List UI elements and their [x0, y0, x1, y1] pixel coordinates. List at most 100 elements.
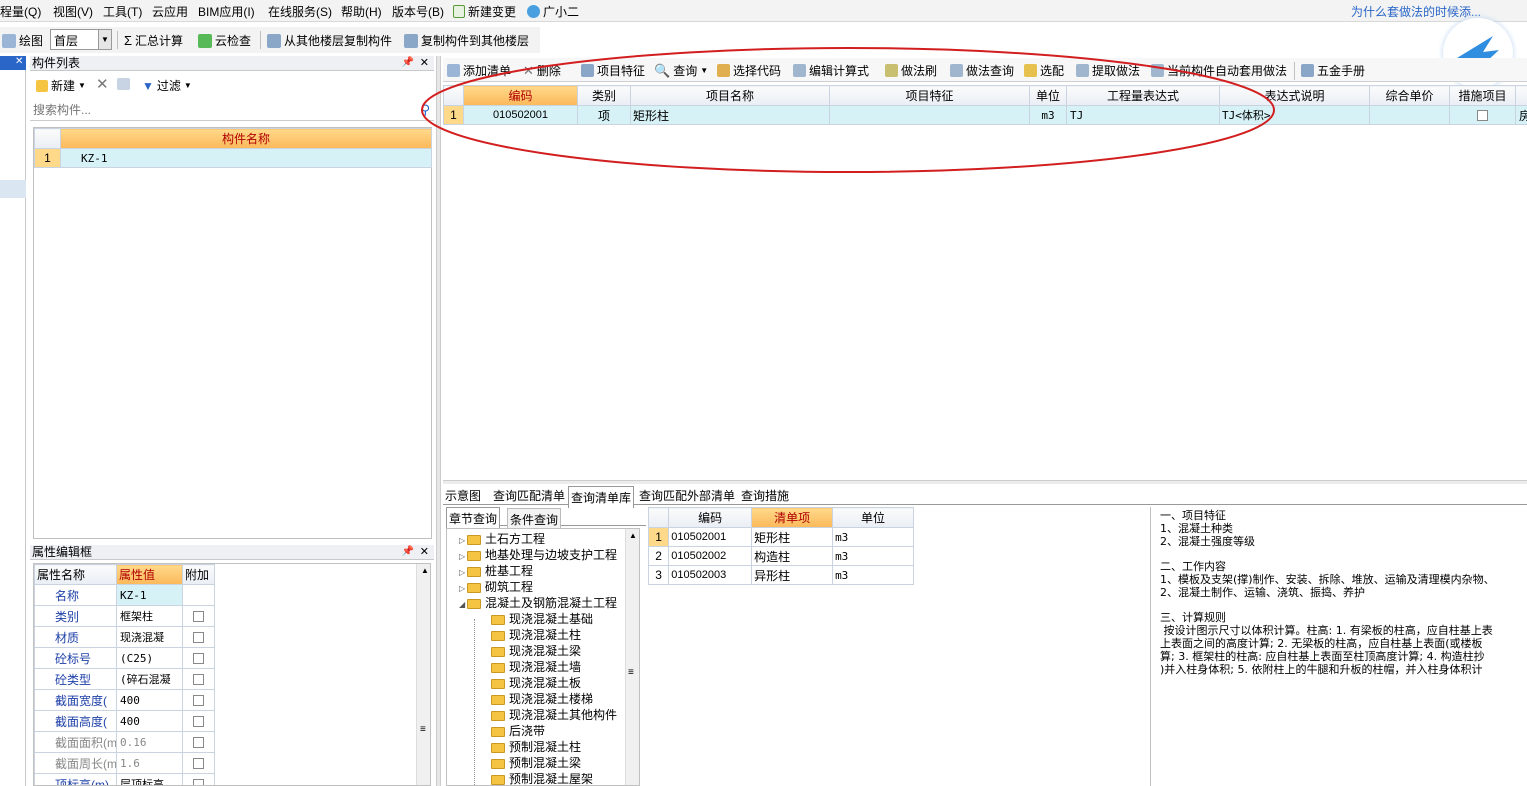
- dock-tab-active[interactable]: ✕: [0, 56, 26, 70]
- list-name-cell[interactable]: 构造柱: [751, 546, 834, 566]
- menu-assistant[interactable]: 广小二: [527, 3, 579, 20]
- prop-extra-checkbox[interactable]: [193, 632, 204, 644]
- table-row[interactable]: 1 010502001 项 矩形柱 m3 TJ TJ<体积> 房屋建: [443, 105, 1527, 125]
- scroll-up-icon[interactable]: ▲: [421, 566, 429, 575]
- menu-bim[interactable]: BIM应用(I): [198, 3, 255, 20]
- table-row[interactable]: 1 010502001 矩形柱 m3: [647, 527, 914, 547]
- draw-button[interactable]: 绘图: [2, 32, 43, 49]
- auto-apply-button[interactable]: 当前构件自动套用做法: [1151, 62, 1287, 79]
- table-row[interactable]: 2 010502002 构造柱 m3: [647, 546, 914, 566]
- table-row[interactable]: 截面周长(m 1.6: [34, 752, 215, 774]
- prop-value-cell[interactable]: 框架柱: [116, 605, 183, 627]
- prop-extra-checkbox[interactable]: [193, 737, 204, 749]
- prop-extra-checkbox[interactable]: [193, 674, 204, 686]
- feature-header[interactable]: 项目特征: [829, 85, 1030, 106]
- tree-child-item[interactable]: 预制混凝土梁: [491, 755, 581, 771]
- delete-button[interactable]: ✕ 删除: [523, 62, 561, 79]
- tree-child-item[interactable]: 现浇混凝土梁: [491, 643, 581, 659]
- sum-calc-button[interactable]: Σ 汇总计算: [124, 32, 183, 49]
- menu-view[interactable]: 视图(V): [53, 3, 93, 20]
- feature-cell[interactable]: [829, 105, 1030, 125]
- add-list-button[interactable]: 添加清单: [447, 62, 511, 79]
- prop-value-cell[interactable]: (C25): [116, 647, 183, 669]
- table-row[interactable]: 3 010502003 异形柱 m3: [647, 565, 914, 585]
- tab-query-list-library[interactable]: 查询清单库: [568, 486, 635, 508]
- scroll-up-icon[interactable]: ▲: [629, 531, 637, 540]
- prop-extra-cell[interactable]: [182, 773, 215, 785]
- expr-header[interactable]: 工程量表达式: [1066, 85, 1220, 106]
- close-icon[interactable]: ✕: [15, 56, 23, 67]
- prop-value-cell[interactable]: (碎石混凝: [116, 668, 183, 690]
- menu-version[interactable]: 版本号(B): [392, 3, 444, 20]
- pin-icon[interactable]: 📌: [402, 545, 414, 559]
- price-cell[interactable]: [1369, 105, 1450, 125]
- prop-value-cell[interactable]: KZ-1: [116, 584, 183, 606]
- prop-value-cell[interactable]: 0.16: [116, 731, 183, 753]
- list-name-cell[interactable]: 异形柱: [751, 565, 834, 585]
- list-unit-header[interactable]: 单位: [832, 507, 914, 528]
- list-name-cell[interactable]: 矩形柱: [751, 527, 834, 547]
- prop-value-cell[interactable]: 400: [116, 710, 183, 732]
- prop-extra-checkbox[interactable]: [193, 716, 204, 728]
- floor-select[interactable]: 首层 ▼: [50, 29, 112, 50]
- menu-help[interactable]: 帮助(H): [341, 3, 382, 20]
- copy-to-floor-button[interactable]: 复制构件到其他楼层: [404, 32, 529, 49]
- query-button[interactable]: 🔍 查询 ▼: [654, 62, 708, 79]
- table-row[interactable]: 砼类型 (碎石混凝: [34, 668, 215, 690]
- menu-tools[interactable]: 工具(T): [103, 3, 142, 20]
- prop-extra-cell[interactable]: [182, 731, 215, 753]
- measure-header[interactable]: 措施项目: [1449, 85, 1516, 106]
- name-cell[interactable]: 矩形柱: [630, 105, 830, 125]
- list-code-cell[interactable]: 010502003: [668, 565, 753, 585]
- extra-cell[interactable]: 房屋建: [1515, 105, 1527, 125]
- tree-item[interactable]: ◢ 混凝土及钢筋混凝土工程: [459, 595, 617, 611]
- type-cell[interactable]: 项: [577, 105, 631, 125]
- tree-child-item[interactable]: 现浇混凝土板: [491, 675, 581, 691]
- hardware-manual-button[interactable]: 五金手册: [1301, 62, 1365, 79]
- method-brush-button[interactable]: 做法刷: [885, 62, 937, 79]
- table-row[interactable]: 顶标高(m) 层顶标高: [34, 773, 215, 785]
- code-header[interactable]: 编码: [463, 85, 578, 106]
- prop-extra-checkbox[interactable]: [193, 779, 204, 785]
- tab-diagram[interactable]: 示意图: [443, 485, 483, 506]
- cloud-check-button[interactable]: 云检查: [198, 32, 251, 49]
- expr-cell[interactable]: TJ: [1066, 105, 1220, 125]
- copy-from-floor-button[interactable]: 从其他楼层复制构件: [267, 32, 392, 49]
- tab-query-match-list[interactable]: 查询匹配清单: [491, 485, 567, 506]
- horizontal-splitter[interactable]: [443, 480, 1527, 484]
- tree-child-item[interactable]: 现浇混凝土柱: [491, 627, 581, 643]
- prop-extra-checkbox[interactable]: [193, 611, 204, 623]
- prop-value-cell[interactable]: 1.6: [116, 752, 183, 774]
- list-item-header[interactable]: 清单项: [751, 507, 834, 528]
- close-icon[interactable]: ✕: [420, 56, 429, 70]
- item-feature-button[interactable]: 项目特征: [581, 62, 645, 79]
- prop-extra-checkbox[interactable]: [193, 695, 204, 707]
- tree-child-item[interactable]: 现浇混凝土楼梯: [491, 691, 593, 707]
- vertical-splitter[interactable]: [436, 56, 441, 786]
- tree-child-item[interactable]: 现浇混凝土其他构件: [491, 707, 617, 723]
- tree-child-item[interactable]: 现浇混凝土墙: [491, 659, 581, 675]
- tree-child-item[interactable]: 预制混凝土柱: [491, 739, 581, 755]
- tree-child-item[interactable]: 预制混凝土屋架: [491, 771, 593, 785]
- prop-extra-checkbox[interactable]: [193, 758, 204, 770]
- tree-item[interactable]: ▷ 土石方工程: [459, 531, 545, 547]
- scroll-grip-icon[interactable]: ≡: [420, 724, 426, 735]
- tab-chapter-query[interactable]: 章节查询: [446, 507, 501, 529]
- new-component-button[interactable]: 新建 ▼: [36, 77, 86, 94]
- tree-child-item[interactable]: 后浇带: [491, 723, 545, 739]
- list-code-cell[interactable]: 010502001: [668, 527, 753, 547]
- prop-value-cell[interactable]: 现浇混凝: [116, 626, 183, 648]
- tree-child-item[interactable]: 现浇混凝土基础: [491, 611, 593, 627]
- filter-button[interactable]: ▼ 过滤 ▼: [142, 77, 192, 94]
- prop-extra-cell[interactable]: [182, 668, 215, 690]
- table-row[interactable]: 材质 现浇混凝: [34, 626, 215, 648]
- scroll-grip-icon[interactable]: ≡: [628, 667, 634, 678]
- search-icon[interactable]: ⚲: [420, 102, 430, 118]
- extract-method-button[interactable]: 提取做法: [1076, 62, 1140, 79]
- prop-extra-cell[interactable]: [182, 752, 215, 774]
- expr-desc-header[interactable]: 表达式说明: [1219, 85, 1370, 106]
- table-row[interactable]: 截面高度(400: [34, 710, 215, 732]
- tree-scrollbar[interactable]: ▲ ≡: [625, 529, 639, 785]
- menu-new-change[interactable]: 新建变更: [453, 3, 516, 20]
- prop-extra-cell[interactable]: [182, 626, 215, 648]
